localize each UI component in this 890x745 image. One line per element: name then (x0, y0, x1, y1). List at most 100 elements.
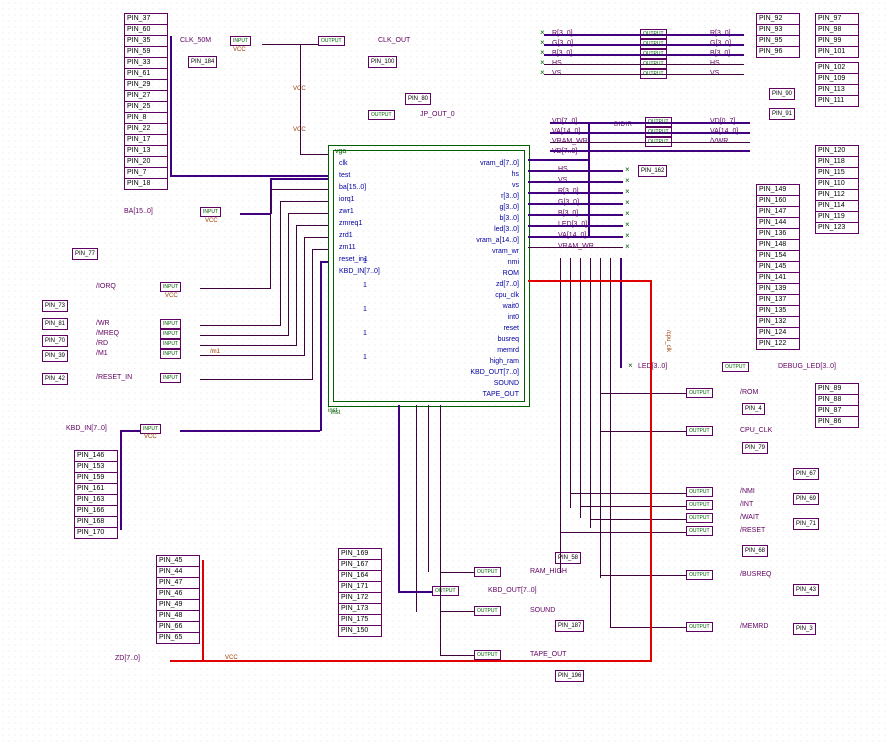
wire (296, 225, 297, 346)
dir-output-icon: OUTPUT (474, 606, 501, 616)
pin-68: PIN_68 (742, 545, 768, 557)
pinlist-right-d: PIN_120PIN_118PIN_115PIN_110PIN_112PIN_1… (815, 145, 859, 234)
wire (288, 213, 289, 336)
pin-entry: PIN_99 (816, 36, 858, 47)
wire (528, 247, 623, 248)
bus (528, 192, 623, 194)
wire (590, 519, 686, 520)
wire (304, 237, 328, 238)
pin-entry: PIN_61 (125, 69, 167, 80)
wire (440, 572, 474, 573)
bus (528, 236, 623, 238)
vcc-tag: VCC (165, 293, 178, 299)
pin-entry: PIN_114 (816, 201, 858, 212)
pin-entry: PIN_160 (757, 196, 799, 207)
netlabel-iorq: /IORQ (96, 283, 116, 290)
pin-entry: PIN_141 (757, 273, 799, 284)
dir-output-icon: OUTPUT (640, 39, 667, 49)
pin-entry: PIN_66 (157, 622, 199, 633)
wire (570, 493, 686, 494)
pin-entry: PIN_163 (75, 495, 117, 506)
pin-entry: PIN_153 (75, 462, 117, 473)
terminator-icon: × (628, 362, 633, 370)
dir-output-icon: OUTPUT (686, 487, 713, 497)
netlabel-clk-in: CLK_50M (180, 37, 211, 44)
cpu-clk-side-label: /cpu_clk (665, 330, 671, 352)
netlabel-nmi: /NMI (740, 488, 755, 495)
special-bus (650, 280, 652, 662)
terminator-icon: × (540, 49, 545, 57)
bus (320, 261, 328, 263)
netlabel-ba: BA[15..0] (124, 208, 153, 215)
terminator-icon: × (625, 188, 630, 196)
bus (588, 122, 590, 237)
pin-entry: PIN_44 (157, 567, 199, 578)
netlabel-wait: /WAIT (740, 514, 759, 521)
pin-entry: PIN_17 (125, 135, 167, 146)
chip-port: vram_a[14..0] (476, 237, 519, 244)
pin-entry: PIN_150 (339, 626, 381, 636)
pin-entry: PIN_132 (757, 317, 799, 328)
wire (200, 325, 280, 326)
pin-91: PIN_91 (769, 108, 795, 120)
pin-entry: PIN_35 (125, 36, 167, 47)
pin-entry: PIN_119 (816, 212, 858, 223)
pin-entry: PIN_45 (157, 556, 199, 567)
pin-entry: PIN_46 (157, 589, 199, 600)
wire (580, 258, 581, 518)
chip-port: nmi (508, 259, 519, 266)
pin-entry: PIN_102 (816, 63, 858, 74)
pin-entry: PIN_167 (339, 560, 381, 571)
special-bus (528, 280, 650, 282)
pin-entry: PIN_109 (816, 74, 858, 85)
pin-entry: PIN_95 (757, 36, 799, 47)
netlabel-kbd-out: KBD_OUT[7..0] (488, 587, 537, 594)
chip-port: SOUND (494, 380, 519, 387)
vcc-tag: VCC (144, 434, 157, 440)
pin-entry: PIN_154 (757, 251, 799, 262)
chip-port: wait0 (503, 303, 519, 310)
terminator-icon: × (625, 166, 630, 174)
pin-69: PIN_69 (793, 493, 819, 505)
wire (200, 345, 296, 346)
dir-output-icon: OUTPUT (686, 526, 713, 536)
wire (590, 258, 591, 528)
pin-67: PIN_67 (793, 468, 819, 480)
dir-output-icon: OUTPUT (645, 137, 672, 147)
pin-entry: PIN_18 (125, 179, 167, 189)
pin-entry: PIN_98 (816, 25, 858, 36)
netlabel-mreq: /MREQ (96, 330, 119, 337)
chip-port: iorq1 (339, 196, 355, 203)
pin-184: PIN_184 (188, 56, 217, 68)
wire (270, 189, 328, 190)
pin-4: PIN_4 (742, 403, 765, 415)
wire (600, 575, 686, 576)
pin-73: PIN_73 (42, 300, 68, 312)
netlabel-clk-out: CLK_OUT (378, 37, 410, 44)
pinlist-top-left: PIN_37PIN_60PIN_35PIN_59PIN_33PIN_61PIN_… (124, 13, 168, 190)
dir-input-icon: INPUT (160, 282, 181, 292)
pin-entry: PIN_60 (125, 25, 167, 36)
pin-entry: PIN_145 (757, 262, 799, 273)
pin-entry: PIN_25 (125, 102, 167, 113)
pin-entry: PIN_97 (816, 14, 858, 25)
pin-entry: PIN_137 (757, 295, 799, 306)
terminator-icon: × (625, 232, 630, 240)
wire (440, 405, 441, 656)
pin-entry: PIN_33 (125, 58, 167, 69)
bus (398, 591, 432, 593)
pinlist-right-c: PIN_102PIN_109PIN_113PIN_111 (815, 62, 859, 107)
chip-port: zwr1 (339, 208, 354, 215)
pin-entry: PIN_113 (816, 85, 858, 96)
dir-output-icon: OUTPUT (640, 49, 667, 59)
pin-entry: PIN_13 (125, 146, 167, 157)
pin-entry: PIN_161 (75, 484, 117, 495)
inst-label: inst (328, 408, 337, 414)
chip-port: busreq (498, 336, 519, 343)
wire (262, 44, 318, 45)
netlabel-led: LED[3..0] (638, 363, 667, 370)
chip-port: int0 (508, 314, 519, 321)
pin-entry: PIN_149 (757, 185, 799, 196)
pinlist-right-e: PIN_149PIN_160PIN_147PIN_144PIN_136PIN_1… (756, 184, 800, 350)
pin-entry: PIN_8 (125, 113, 167, 124)
